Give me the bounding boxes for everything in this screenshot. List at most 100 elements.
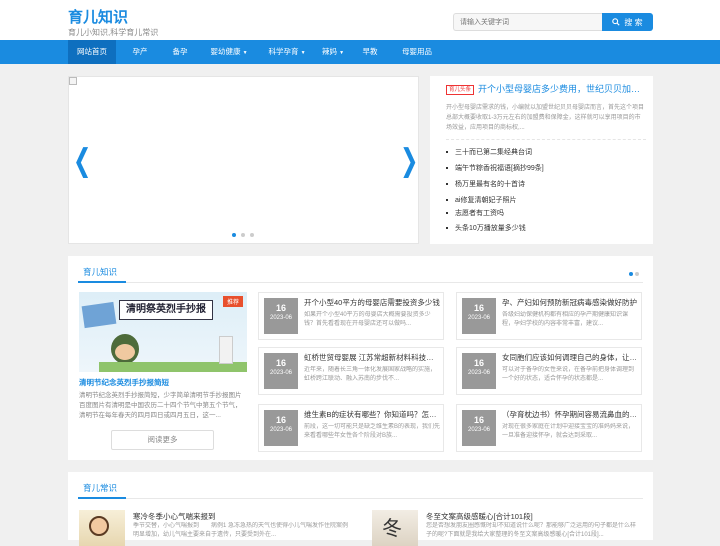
article-desc: 近年来，随着长三角一体化发展国家战略的实施，虹桥跨江联动、融入苏南的步伐不... bbox=[304, 367, 437, 382]
winter-calligraphy-illustration: 冬 bbox=[382, 516, 402, 540]
section-title-underline bbox=[78, 497, 126, 499]
article-title[interactable]: 女同胞们应该如何调理自己的身体，让自己孕育 bbox=[502, 352, 638, 363]
search-button-label: 搜 索 bbox=[624, 17, 643, 27]
section-title-underline bbox=[78, 281, 126, 283]
search-input[interactable] bbox=[453, 13, 603, 31]
slider-dot-active[interactable] bbox=[232, 233, 236, 237]
recommend-badge: 推荐 bbox=[222, 296, 243, 307]
article-desc: 您是否想发朋友圈感慨时却不知道说什么呢？那能够广泛运用的句子都是什么样子的呢?下… bbox=[426, 523, 637, 538]
nav-item-science-parenting[interactable]: 科学孕育 ▼ bbox=[262, 40, 312, 64]
broken-image-icon bbox=[69, 77, 77, 85]
search-button[interactable]: 搜 索 bbox=[602, 13, 653, 31]
article-desc: 对现在很多家庭在计划中迎接宝宝的准妈妈来说，一旦准备迎接怀孕，就会达到采取... bbox=[502, 424, 635, 439]
article-title[interactable]: 虹桥世贸母婴展 江苏常超新材料科技有限公司 bbox=[304, 352, 440, 363]
article-title[interactable]: （孕育枕边书）怀孕期间容易流鼻血的原因 bbox=[502, 409, 638, 420]
featured-image[interactable]: 清明祭英烈手抄报 推荐 bbox=[79, 292, 247, 372]
article-thumbnail[interactable] bbox=[79, 510, 125, 546]
site-slogan: 育儿小知识,科学育儿常识 bbox=[68, 28, 159, 37]
slider-dot[interactable] bbox=[241, 233, 245, 237]
article-desc: 如果开个小型40平方的母婴店大概需要投资多少钱？首先看看现在开母婴店还可以做吗.… bbox=[304, 312, 431, 327]
article-desc: 前段，这一切可能只是缺乏维生素B的表现，我们先来看看哪些年女性各个阶段对B族..… bbox=[304, 424, 440, 439]
divider bbox=[78, 282, 643, 283]
article-title[interactable]: 开个小型40平方的母婴店需要投资多少钱 bbox=[304, 297, 440, 308]
nav-item-baby-products[interactable]: 母婴用品 bbox=[396, 40, 438, 64]
headline-desc: 开小型母婴店需求的钱，小编就以加盟世纪贝贝母婴店而言，首先这个项目总部大概要收取… bbox=[446, 105, 645, 131]
featured-title[interactable]: 清明节纪念英烈手抄报简短 bbox=[79, 377, 169, 388]
article-title[interactable]: 冬至文案高级感暖心[合计101段] bbox=[426, 511, 533, 522]
date-day: 16 bbox=[473, 358, 484, 368]
divider bbox=[78, 498, 643, 499]
nav-item-hot-mom[interactable]: 辣妈 ▼ bbox=[318, 40, 348, 64]
date-badge: 16 2023-06 bbox=[462, 410, 496, 446]
slider-prev-arrow[interactable]: ❮ bbox=[73, 144, 91, 179]
nav-item-infant-health[interactable]: 婴幼健康 ▼ bbox=[207, 40, 251, 64]
article-desc: 季节交替，小心气喘报到 病例1 急冻急热的天气也使得小儿气喘发作住院案例明显增加… bbox=[133, 523, 348, 538]
nav-item-pre-pregnancy[interactable]: 备孕 bbox=[166, 40, 194, 64]
article-card[interactable]: 16 2023-06 （孕育枕边书）怀孕期间容易流鼻血的原因 对现在很多家庭在计划… bbox=[456, 404, 642, 452]
site-header: 育儿知识 育儿小知识,科学育儿常识 搜 索 bbox=[0, 0, 720, 40]
slider-next-arrow[interactable]: ❯ bbox=[400, 144, 418, 179]
date-badge: 16 2023-06 bbox=[264, 353, 298, 389]
nav-item-label: 科学孕育 bbox=[268, 47, 299, 56]
article-card[interactable]: 16 2023-06 维生素B的症状有哪些？你知道吗？怎么补充 前段，这一切可能只… bbox=[258, 404, 444, 452]
nav-item-home[interactable]: 网站首页 bbox=[68, 40, 116, 64]
date-day: 16 bbox=[275, 415, 286, 425]
nav-item-early-education[interactable]: 早教 bbox=[357, 40, 383, 64]
section-title[interactable]: 育儿常识 bbox=[83, 482, 117, 498]
article-title[interactable]: 寒冷冬季小心气喘来报到 bbox=[133, 511, 216, 522]
hot-list-item[interactable]: 端午节粽香祝福语[摘抄99条] bbox=[446, 163, 544, 173]
read-more-button[interactable]: 阅读更多 bbox=[111, 430, 214, 450]
slider-dot[interactable] bbox=[250, 233, 254, 237]
main-nav: 网站首页 孕产 备孕 婴幼健康 ▼ 科学孕育 ▼ 辣妈 ▼ 早教 母婴用品 bbox=[0, 40, 720, 64]
nav-item-label: 辣妈 bbox=[321, 47, 337, 56]
date-year-month: 2023-06 bbox=[269, 427, 293, 433]
hot-list-item[interactable]: 杨万里最有名的十首诗 bbox=[446, 179, 525, 189]
date-badge: 16 2023-06 bbox=[462, 353, 496, 389]
featured-image-caption: 清明祭英烈手抄报 bbox=[119, 300, 213, 320]
hot-list-item[interactable]: 三十而已第二集经典台词 bbox=[446, 147, 532, 157]
date-year-month: 2023-06 bbox=[269, 370, 293, 376]
date-badge: 16 2023-06 bbox=[462, 298, 496, 334]
article-title[interactable]: 孕、产妇如何预防新冠病毒感染做好防护 bbox=[502, 297, 638, 308]
headline-title[interactable]: 开个小型母婴店多少费用，世纪贝贝加盟费多少 bbox=[478, 82, 648, 95]
date-year-month: 2023-06 bbox=[467, 370, 491, 376]
image-slider[interactable]: ❮ ❯ bbox=[68, 76, 419, 244]
chevron-down-icon: ▼ bbox=[242, 50, 248, 56]
date-year-month: 2023-06 bbox=[467, 315, 491, 321]
article-card[interactable]: 16 2023-06 开个小型40平方的母婴店需要投资多少钱 如果开个小型40平方… bbox=[258, 292, 444, 340]
date-year-month: 2023-06 bbox=[269, 315, 293, 321]
article-card[interactable]: 16 2023-06 孕、产妇如何预防新冠病毒感染做好防护 各级妇幼保健机构都有相… bbox=[456, 292, 642, 340]
headline-panel: 育儿头条 开个小型母婴店多少费用，世纪贝贝加盟费多少 开小型母婴店需求的钱，小编… bbox=[430, 76, 653, 244]
date-day: 16 bbox=[473, 303, 484, 313]
article-card[interactable]: 16 2023-06 虹桥世贸母婴展 江苏常超新材料科技有限公司 近年来，随着长三… bbox=[258, 347, 444, 395]
date-year-month: 2023-06 bbox=[467, 427, 491, 433]
date-badge: 16 2023-06 bbox=[264, 298, 298, 334]
date-day: 16 bbox=[275, 303, 286, 313]
headline-badge: 育儿头条 bbox=[446, 85, 475, 95]
monument-illustration bbox=[219, 336, 233, 364]
article-card[interactable]: 16 2023-06 女同胞们应该如何调理自己的身体，让自己孕育 可以对于备孕的女… bbox=[456, 347, 642, 395]
article-title[interactable]: 维生素B的症状有哪些？你知道吗？怎么补充 bbox=[304, 409, 440, 420]
site-logo[interactable]: 育儿知识 bbox=[68, 6, 128, 27]
hot-list-item[interactable]: 志愿者有工资吗 bbox=[446, 208, 504, 218]
chevron-down-icon: ▼ bbox=[300, 50, 306, 56]
article-desc: 可以对于备孕的女性来说，在备孕前把身体调理到一个好的状态，适合怀孕的状态都是..… bbox=[502, 367, 635, 382]
book-illustration bbox=[81, 301, 117, 329]
nav-item-label: 婴幼健康 bbox=[210, 47, 241, 56]
hot-list-item[interactable]: 头条10万播放量多少钱 bbox=[446, 223, 526, 233]
divider bbox=[446, 139, 646, 140]
child-illustration bbox=[89, 516, 109, 536]
article-thumbnail[interactable]: 冬 bbox=[372, 510, 418, 546]
featured-desc: 清明节纪念英烈手抄报简短，少字简单清明节手抄报图片百度图片有清明是中国农历二十四… bbox=[79, 392, 242, 419]
section-page-dot[interactable] bbox=[635, 272, 639, 276]
nav-item-pregnancy[interactable]: 孕产 bbox=[126, 40, 154, 64]
article-desc: 各级妇幼保健机构都有相应的孕产期健康知识课程，孕妇学校的内容非常丰富，建议... bbox=[502, 312, 629, 327]
chevron-down-icon: ▼ bbox=[339, 50, 345, 56]
section-title[interactable]: 育儿知识 bbox=[83, 266, 117, 282]
hot-list-item[interactable]: ai修复清朝妃子照片 bbox=[446, 195, 516, 205]
date-day: 16 bbox=[275, 358, 286, 368]
search-icon bbox=[612, 18, 620, 26]
section-page-dot-active[interactable] bbox=[629, 272, 633, 276]
date-badge: 16 2023-06 bbox=[264, 410, 298, 446]
date-day: 16 bbox=[473, 415, 484, 425]
